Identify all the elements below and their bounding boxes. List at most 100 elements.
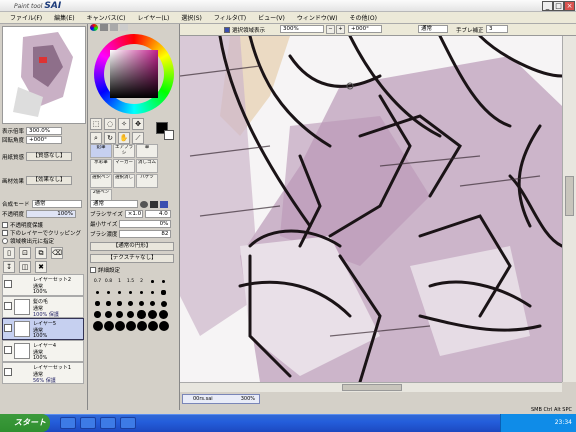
selection-source-checkbox[interactable] — [2, 238, 8, 244]
brush-size-preset[interactable]: 1.5 — [125, 276, 136, 287]
brush-shape-select[interactable]: 【通常の円形】 — [90, 242, 174, 251]
taskbar-app-icon[interactable] — [80, 417, 96, 429]
eyedropper-icon[interactable]: ⟋ — [132, 132, 144, 144]
visibility-icon[interactable] — [4, 368, 12, 376]
blend-mode-select[interactable]: 通常 — [31, 200, 82, 208]
menu-view[interactable]: ビュー(V) — [252, 13, 291, 22]
brush-size-preset[interactable]: 30 — [92, 309, 103, 320]
menu-other[interactable]: その他(O) — [344, 13, 383, 22]
tool-eraser[interactable]: 消しゴム — [136, 159, 158, 173]
brush-size-preset[interactable]: 9 — [92, 298, 103, 309]
brush-size-field[interactable]: 4.0 — [144, 210, 171, 218]
copy-layer-icon[interactable]: ⧉ — [35, 247, 47, 259]
advanced-settings-toggle[interactable] — [90, 267, 96, 273]
layer-row[interactable]: レイヤーセット1 通常 56% 保護 — [2, 362, 84, 384]
tool-bucket[interactable]: バケツ — [136, 174, 158, 188]
trash-icon[interactable]: ⌫ — [51, 247, 63, 259]
brush-size-preset[interactable]: 2.3 — [147, 276, 158, 287]
menu-edit[interactable]: 編集(E) — [48, 13, 80, 22]
taskbar-app-icon[interactable] — [60, 417, 76, 429]
hand-icon[interactable]: ✋ — [118, 132, 130, 144]
vertical-scroll-thumb[interactable] — [565, 176, 574, 216]
menu-canvas[interactable]: キャンバス(C) — [81, 13, 132, 22]
taskbar-app-icon[interactable] — [100, 417, 116, 429]
menu-select[interactable]: 選択(S) — [175, 13, 208, 22]
background-color-swatch[interactable] — [164, 130, 174, 140]
document-tab[interactable]: 00rs.sai 300% — [182, 394, 260, 404]
brush-size-preset[interactable]: 8 — [158, 287, 169, 298]
brush-size-multiplier[interactable]: ×1.0 — [124, 210, 143, 218]
show-selection-checkbox[interactable] — [224, 27, 230, 33]
canvas-blend-select[interactable]: 通常 — [418, 25, 448, 33]
tool-select-pen[interactable]: 選択ペン — [90, 174, 112, 188]
media-effect-select[interactable]: 【効果なし】 — [26, 176, 73, 185]
rotate-icon[interactable]: ↻ — [104, 132, 116, 144]
visibility-icon[interactable] — [4, 280, 12, 288]
tool-airbrush[interactable]: エアブラシ — [113, 144, 135, 158]
brush-size-preset[interactable]: 120 — [103, 320, 114, 331]
brush-size-preset[interactable]: 200 — [125, 320, 136, 331]
brush-size-preset[interactable]: 160 — [114, 320, 125, 331]
canvas-rotate-field[interactable]: +000° — [348, 25, 382, 33]
tool-marker[interactable]: マーカー — [113, 159, 135, 173]
maximize-button[interactable]: □ — [553, 1, 564, 11]
horizontal-scrollbar[interactable] — [180, 382, 562, 392]
clear-layer-icon[interactable]: ◫ — [19, 261, 31, 273]
brush-size-preset[interactable]: 4 — [114, 287, 125, 298]
brush-mode-select[interactable]: 通常 — [90, 200, 138, 208]
menu-filter[interactable]: フィルタ(T) — [208, 13, 252, 22]
canvas-zoom-select[interactable]: 300% — [280, 25, 324, 33]
visibility-icon[interactable] — [4, 302, 12, 310]
brush-size-preset[interactable]: 40 — [114, 309, 125, 320]
brush-size-preset[interactable]: 10 — [103, 298, 114, 309]
brush-size-preset[interactable]: 300 — [147, 320, 158, 331]
brush-size-preset[interactable]: 35 — [103, 309, 114, 320]
brush-size-preset[interactable]: 5 — [125, 287, 136, 298]
taskbar-app-icon[interactable] — [120, 417, 136, 429]
zoom-in-icon[interactable]: + — [336, 25, 345, 34]
brush-size-preset[interactable]: 250 — [136, 320, 147, 331]
move-icon[interactable]: ✥ — [132, 118, 144, 130]
merge-down-icon[interactable]: ↧ — [3, 261, 15, 273]
protect-opacity-checkbox[interactable] — [2, 222, 8, 228]
brush-size-preset[interactable]: 50 — [125, 309, 136, 320]
brush-size-preset[interactable]: 2.6 — [158, 276, 169, 287]
zoom-field[interactable]: 300.0% — [26, 127, 63, 135]
brush-size-preset[interactable]: 80 — [158, 309, 169, 320]
brush-size-preset[interactable]: 14 — [125, 298, 136, 309]
rgb-slider-icon[interactable] — [100, 24, 108, 31]
brush-shape-round-icon[interactable] — [140, 200, 148, 208]
brush-shape-square-icon[interactable] — [150, 200, 158, 208]
brush-size-preset[interactable]: 2 — [136, 276, 147, 287]
brush-size-preset[interactable]: 1 — [114, 276, 125, 287]
color-wheel-mode-icon[interactable] — [90, 24, 98, 31]
tool-watercolor[interactable]: 水彩筆 — [90, 159, 112, 173]
navigator-preview[interactable] — [2, 26, 86, 124]
magic-wand-icon[interactable]: ✧ — [118, 118, 130, 130]
brush-size-preset[interactable]: 12 — [114, 298, 125, 309]
new-layer-icon[interactable]: ▯ — [3, 247, 15, 259]
menu-file[interactable]: ファイル(F) — [4, 13, 48, 22]
brush-size-preset[interactable]: 16 — [136, 298, 147, 309]
brush-density-field[interactable]: 82 — [119, 230, 172, 238]
layer-row[interactable]: 髪の毛 通常 100% 保護 — [2, 296, 84, 318]
visibility-icon[interactable] — [4, 324, 12, 332]
select-rect-icon[interactable]: ⬚ — [90, 118, 102, 130]
horizontal-scroll-thumb[interactable] — [342, 384, 402, 391]
brush-size-preset[interactable]: 7 — [147, 287, 158, 298]
vertical-scrollbar[interactable] — [562, 36, 576, 382]
new-folder-icon[interactable]: ⊡ — [19, 247, 31, 259]
close-button[interactable]: × — [564, 1, 575, 11]
brush-size-preset[interactable]: 70 — [147, 309, 158, 320]
zoom-icon[interactable]: ⌕ — [90, 132, 102, 144]
visibility-icon[interactable] — [4, 346, 12, 354]
opacity-slider[interactable]: 100% — [26, 210, 77, 218]
swatch-icon[interactable] — [120, 24, 128, 31]
brush-texture-select[interactable]: 【テクスチャなし】 — [90, 254, 174, 263]
brush-size-preset[interactable]: 350 — [158, 320, 169, 331]
brush-shape-flat-icon[interactable] — [160, 200, 168, 208]
start-button[interactable]: スタート — [0, 414, 50, 432]
clipping-checkbox[interactable] — [2, 230, 8, 236]
brush-size-preset[interactable]: 0.8 — [103, 276, 114, 287]
lasso-icon[interactable]: ◌ — [104, 118, 116, 130]
